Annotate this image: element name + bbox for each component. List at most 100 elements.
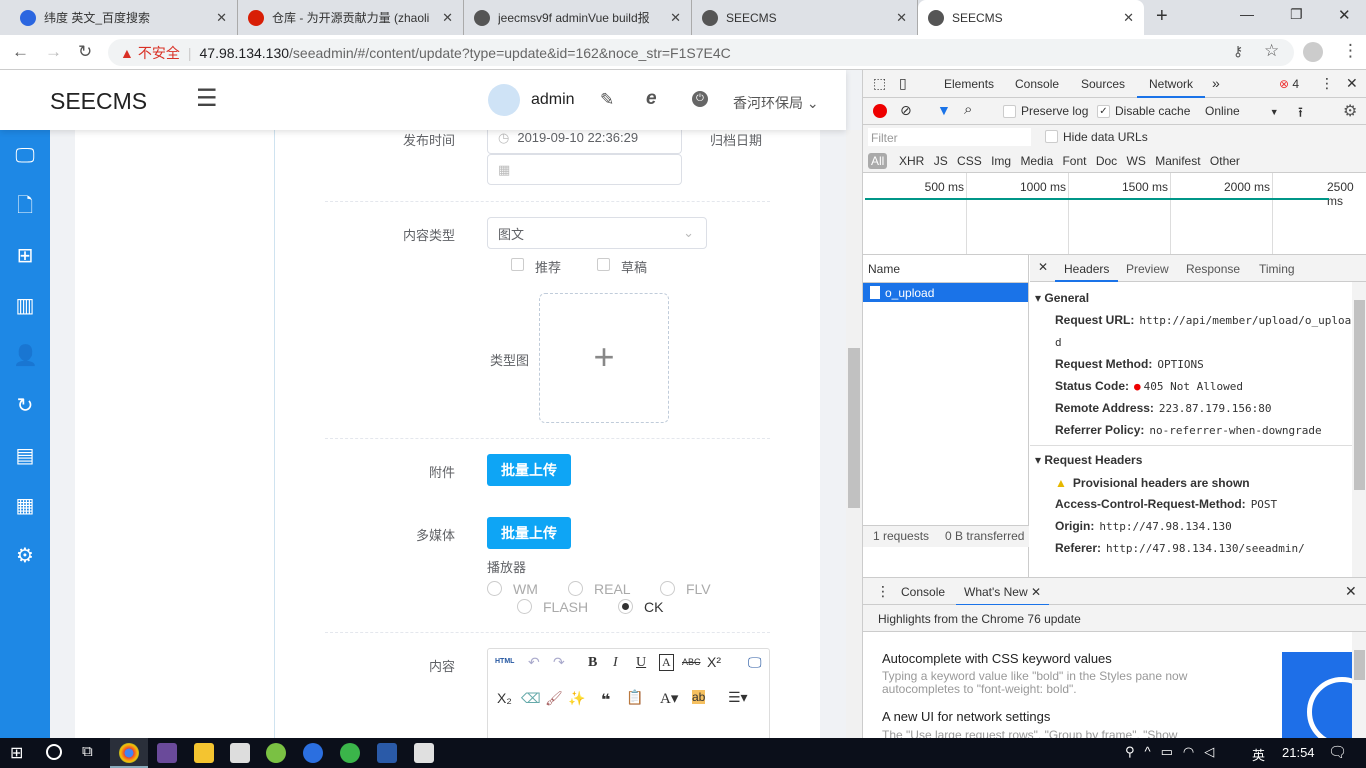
avatar[interactable] — [488, 84, 520, 116]
browser-tab-active[interactable]: SEECMS ✕ — [918, 0, 1144, 35]
superscript-icon[interactable]: X² — [707, 654, 721, 670]
taskbar-chrome[interactable] — [110, 738, 148, 768]
tab-headers[interactable]: Headers — [1055, 255, 1119, 282]
close-icon[interactable]: ✕ — [1123, 10, 1134, 26]
filter-icon[interactable]: ▼ — [937, 102, 951, 118]
windows-start-icon[interactable]: ⊞ — [10, 743, 23, 763]
close-icon[interactable]: ✕ — [896, 10, 907, 26]
player-radio-ck[interactable] — [618, 599, 633, 614]
tab-sources[interactable]: Sources — [1081, 77, 1125, 91]
player-radio-flash[interactable] — [517, 599, 532, 614]
layout-icon[interactable]: ▦ — [13, 494, 37, 518]
taskbar-app-icon[interactable] — [266, 743, 286, 763]
player-radio-flv[interactable] — [660, 581, 675, 596]
settings-icon[interactable]: ⚙ — [13, 544, 37, 568]
error-badge[interactable]: ⊗ 4 — [1279, 77, 1299, 91]
minimize-button[interactable]: — — [1240, 6, 1254, 22]
redo-icon[interactable]: ↷ — [553, 654, 565, 671]
drawer-menu-icon[interactable]: ⋮ — [876, 583, 890, 600]
underline-icon[interactable]: U — [636, 655, 646, 671]
close-icon[interactable]: ✕ — [670, 10, 681, 26]
browser-tab[interactable]: SEECMS ✕ — [692, 0, 918, 35]
throttle-select[interactable]: Online ▼ — [1205, 104, 1279, 118]
search-icon[interactable]: ⌕ — [964, 101, 972, 118]
drawer-tab-console[interactable]: Console — [901, 585, 945, 599]
maximize-button[interactable]: ❐ — [1290, 6, 1303, 23]
taskbar-app-icon[interactable] — [157, 743, 177, 763]
reload-button[interactable]: ↻ — [78, 42, 92, 62]
news-title[interactable]: A new UI for network settings — [882, 709, 1050, 724]
browser-tab[interactable]: jeecmsv9f adminVue build报 ✕ — [464, 0, 692, 35]
tab-timing[interactable]: Timing — [1259, 262, 1295, 276]
task-view-icon[interactable]: ⧉ — [82, 743, 93, 760]
general-section[interactable]: ▾ General — [1035, 291, 1089, 305]
user-edit-icon[interactable]: ✎ — [600, 90, 614, 110]
attachment-upload-button[interactable]: 批量上传 — [487, 454, 571, 486]
tab-console[interactable]: Console — [1015, 77, 1059, 91]
news-title[interactable]: Autocomplete with CSS keyword values — [882, 651, 1112, 666]
disable-cache-checkbox[interactable]: ✓ — [1097, 105, 1110, 118]
ordered-list-icon[interactable]: ☰▾ — [728, 689, 748, 706]
highlight-icon[interactable]: ab — [692, 690, 706, 704]
media-upload-button[interactable]: 批量上传 — [487, 517, 571, 549]
profile-avatar[interactable] — [1303, 42, 1323, 62]
whats-new-scrollbar[interactable] — [1352, 632, 1366, 738]
device-toolbar-icon[interactable]: ▯ — [899, 75, 907, 92]
menu-icon[interactable]: ⋮ — [1342, 41, 1359, 61]
devtools-menu-icon[interactable]: ⋮ — [1320, 75, 1334, 92]
url-input[interactable]: ▲ 不安全 | 47.98.134.130/seeadmin/#/content… — [108, 39, 1294, 66]
strikethrough-icon[interactable]: ABC — [682, 657, 701, 667]
box-icon[interactable]: ▤ — [13, 444, 37, 468]
ime-indicator[interactable]: 英 — [1252, 745, 1265, 764]
record-icon[interactable] — [873, 104, 887, 118]
undo-icon[interactable]: ↶ — [528, 654, 540, 671]
ie-browser-icon[interactable]: e — [646, 88, 657, 110]
image-upload-plus-icon[interactable]: + — [539, 293, 669, 423]
browser-tab[interactable]: 仓库 - 为开源贡献力量 (zhaoli ✕ — [238, 0, 464, 35]
username[interactable]: admin — [531, 91, 575, 109]
back-button[interactable]: ← — [12, 42, 29, 62]
settings-gear-icon[interactable]: ⚙ — [1343, 101, 1357, 121]
archive-date-input[interactable]: ▦ — [487, 154, 682, 185]
preserve-log-checkbox[interactable] — [1003, 105, 1016, 118]
bold-icon[interactable]: B — [588, 655, 597, 671]
browser-tab[interactable]: 纬度 英文_百度搜索 ✕ — [10, 0, 238, 35]
user-icon[interactable]: 👤 — [13, 344, 38, 368]
search-icon[interactable] — [46, 744, 62, 760]
hide-data-urls-checkbox[interactable] — [1045, 130, 1058, 143]
preview-icon[interactable]: 🖵 — [748, 654, 762, 671]
player-radio-wm[interactable] — [487, 581, 502, 596]
player-radio-real[interactable] — [568, 581, 583, 596]
rich-text-editor[interactable]: HTML ↶ ↷ B I U A ABC X² 🖵 X₂ ⌫ 🖌 ✨ ❝ 📋 A… — [487, 648, 770, 738]
details-scrollbar[interactable] — [1352, 282, 1366, 577]
taskbar-powershell-icon[interactable] — [377, 743, 397, 763]
more-tabs-icon[interactable]: » — [1212, 75, 1220, 91]
hamburger-menu-icon[interactable]: ☰ — [196, 84, 218, 113]
power-icon[interactable]: ⏻ — [692, 91, 708, 107]
font-border-icon[interactable]: A — [659, 654, 674, 671]
site-selector[interactable]: 香河环保局 ⌄ — [733, 93, 819, 113]
clock[interactable]: 21:54 — [1282, 745, 1315, 760]
taskbar-notepad-icon[interactable] — [230, 743, 250, 763]
grid-icon[interactable]: ⊞ — [13, 244, 37, 268]
devtools-close-icon[interactable]: ✕ — [1346, 75, 1358, 92]
type-filters[interactable]: XHR JS CSS Img Media Font Doc WS Manifes… — [899, 154, 1240, 168]
import-har-icon[interactable]: ⭱ — [1298, 102, 1303, 126]
system-tray-icons[interactable]: ⚲^▭◠◁ — [1125, 744, 1224, 760]
chart-icon[interactable]: ▥ — [13, 294, 37, 318]
forward-button[interactable]: → — [45, 42, 62, 62]
type-filter-all[interactable]: All — [868, 153, 888, 169]
close-icon[interactable]: ✕ — [442, 10, 453, 26]
notification-icon[interactable]: 🗨 — [1328, 743, 1347, 761]
taskbar-folder-icon[interactable] — [194, 743, 214, 763]
recommend-checkbox[interactable] — [511, 258, 524, 271]
magic-wand-icon[interactable]: ✨ — [568, 690, 585, 707]
tab-elements[interactable]: Elements — [944, 77, 994, 91]
font-color-icon[interactable]: A▾ — [660, 689, 678, 708]
request-row[interactable]: o_upload — [863, 282, 1028, 302]
tab-preview[interactable]: Preview — [1126, 262, 1169, 276]
subscript-icon[interactable]: X₂ — [497, 690, 512, 706]
close-details-icon[interactable]: ✕ — [1038, 260, 1048, 274]
eraser-icon[interactable]: ⌫ — [521, 690, 541, 707]
draft-checkbox[interactable] — [597, 258, 610, 271]
